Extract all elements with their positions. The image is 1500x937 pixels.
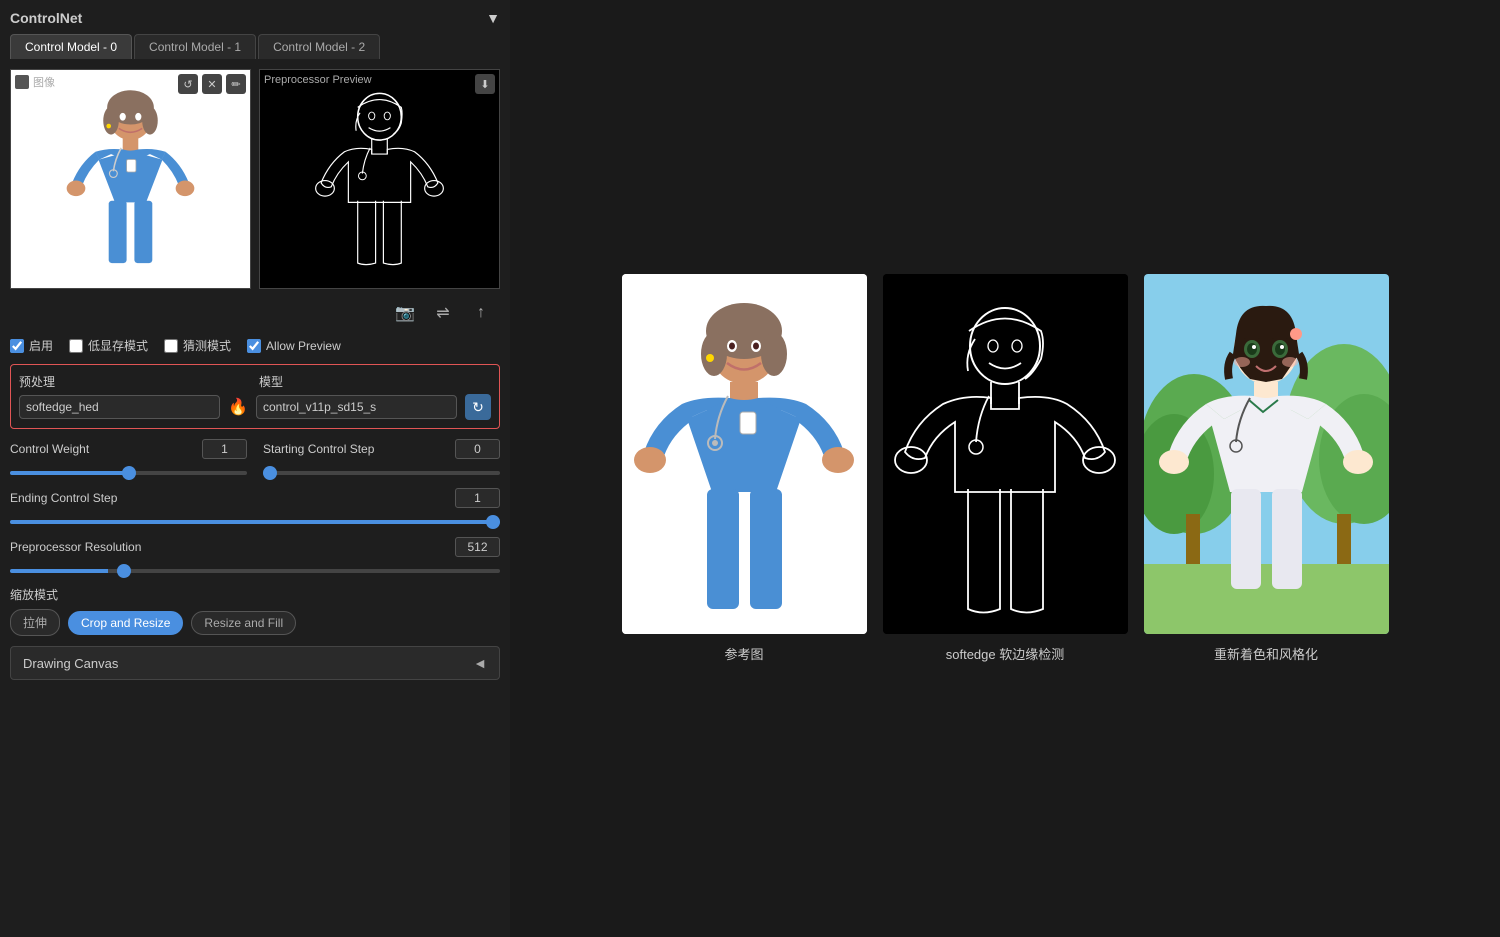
preprocessor-select[interactable]: softedge_hed xyxy=(19,395,220,419)
gallery-edge-image xyxy=(883,274,1128,634)
panel-collapse-arrow[interactable]: ▼ xyxy=(486,10,500,26)
ending-step-label: Ending Control Step xyxy=(10,491,117,505)
ending-step-slider-container: Ending Control Step 1 xyxy=(10,488,500,527)
starting-step-slider-container: Starting Control Step 0 xyxy=(263,439,500,478)
ending-step-header: Ending Control Step 1 xyxy=(10,488,500,508)
model-select[interactable]: control_v11p_sd15_s xyxy=(256,395,457,419)
enable-label: 启用 xyxy=(29,337,53,354)
preprocessor-section-label: 预处理 xyxy=(19,373,251,390)
zoom-mode-section: 缩放模式 拉伸 Crop and Resize Resize and Fill xyxy=(10,586,500,636)
zoom-mode-label: 缩放模式 xyxy=(10,586,500,603)
preprocessor-res-label: Preprocessor Resolution xyxy=(10,540,141,554)
zoom-fill-btn[interactable]: Resize and Fill xyxy=(191,611,296,635)
image-row: 图像 ↺ ✕ ✏ xyxy=(10,69,500,289)
panel-header: ControlNet ▼ xyxy=(10,10,500,26)
ending-step-slider[interactable] xyxy=(10,520,500,524)
fire-icon[interactable]: 🔥 xyxy=(228,397,248,417)
gallery-styled-image xyxy=(1144,274,1389,634)
double-slider-row: Control Weight 1 Starting Control Step 0 xyxy=(10,439,500,488)
gallery-ref-bg xyxy=(622,274,867,634)
preprocessor-res-slider-container: Preprocessor Resolution 512 xyxy=(10,537,500,576)
refresh-image-btn[interactable]: ↺ xyxy=(178,74,198,94)
ending-step-value[interactable]: 1 xyxy=(455,488,500,508)
gallery-item-edge: softedge 软边缘检测 xyxy=(883,274,1128,663)
tab-bar: Control Model - 0 Control Model - 1 Cont… xyxy=(10,34,500,59)
drawing-canvas-label: Drawing Canvas xyxy=(23,656,118,671)
edit-image-btn[interactable]: ✏ xyxy=(226,74,246,94)
preprocessor-res-value[interactable]: 512 xyxy=(455,537,500,557)
enable-checkbox[interactable] xyxy=(10,339,24,353)
allow-preview-checkbox-item[interactable]: Allow Preview xyxy=(247,339,341,353)
upload-action-btn[interactable]: ↑ xyxy=(467,299,495,327)
starting-step-value[interactable]: 0 xyxy=(455,439,500,459)
source-image-controls: ↺ ✕ ✏ xyxy=(178,74,246,94)
zoom-stretch-btn[interactable]: 拉伸 xyxy=(10,609,60,636)
model-section-label: 模型 xyxy=(259,373,491,390)
gallery-caption-ref: 参考图 xyxy=(724,644,763,663)
gallery-item-ref: 参考图 xyxy=(622,274,867,663)
preprocessor-image-controls: ⬇ xyxy=(475,74,495,94)
model-area: 预处理 模型 softedge_hed 🔥 control_v11p_sd15_… xyxy=(10,364,500,429)
close-image-btn[interactable]: ✕ xyxy=(202,74,222,94)
control-weight-slider-container: Control Weight 1 xyxy=(10,439,247,478)
gallery-ref-image xyxy=(622,274,867,634)
left-panel: ControlNet ▼ Control Model - 0 Control M… xyxy=(0,0,510,937)
preprocessor-res-slider[interactable] xyxy=(10,569,500,573)
starting-step-header: Starting Control Step 0 xyxy=(263,439,500,459)
model-refresh-btn[interactable]: ↻ xyxy=(465,394,491,420)
control-weight-label: Control Weight xyxy=(10,442,89,456)
image-icon xyxy=(15,75,29,89)
low-vram-checkbox-item[interactable]: 低显存模式 xyxy=(69,337,148,354)
guess-mode-checkbox-item[interactable]: 猜测模式 xyxy=(164,337,231,354)
panel-title: ControlNet xyxy=(10,10,82,26)
swap-action-btn[interactable]: ⇌ xyxy=(429,299,457,327)
allow-preview-checkbox[interactable] xyxy=(247,339,261,353)
preprocessor-res-header: Preprocessor Resolution 512 xyxy=(10,537,500,557)
gallery-caption-styled: 重新着色和风格化 xyxy=(1214,644,1318,663)
source-image-label: 图像 xyxy=(15,74,55,90)
guess-mode-label: 猜测模式 xyxy=(183,337,231,354)
drawing-canvas-section[interactable]: Drawing Canvas ◄ xyxy=(10,646,500,680)
source-nurse-image xyxy=(11,70,250,288)
control-weight-value[interactable]: 1 xyxy=(202,439,247,459)
right-panel: 参考图 xyxy=(510,0,1500,937)
options-row: 启用 低显存模式 猜测模式 Allow Preview xyxy=(10,337,500,354)
tab-control-model-1[interactable]: Control Model - 1 xyxy=(134,34,256,59)
gallery-styled-bg xyxy=(1144,274,1389,634)
gallery-edge-bg xyxy=(883,274,1128,634)
control-weight-slider[interactable] xyxy=(10,471,247,475)
model-row-selects: softedge_hed 🔥 control_v11p_sd15_s ↻ xyxy=(19,394,491,420)
preprocessor-label: Preprocessor Preview xyxy=(264,74,372,86)
preprocessor-preview-box[interactable]: Preprocessor Preview ⬇ xyxy=(259,69,500,289)
zoom-radio-group: 拉伸 Crop and Resize Resize and Fill xyxy=(10,609,500,636)
drawing-canvas-arrow: ◄ xyxy=(473,655,487,671)
gallery-caption-edge: softedge 软边缘检测 xyxy=(946,644,1065,663)
starting-step-label: Starting Control Step xyxy=(263,442,374,456)
download-preprocessor-btn[interactable]: ⬇ xyxy=(475,74,495,94)
enable-checkbox-item[interactable]: 启用 xyxy=(10,337,53,354)
camera-action-btn[interactable]: 📷 xyxy=(391,299,419,327)
starting-step-slider[interactable] xyxy=(263,471,500,475)
model-row-labels: 预处理 模型 xyxy=(19,373,491,390)
tab-control-model-0[interactable]: Control Model - 0 xyxy=(10,34,132,59)
control-weight-header: Control Weight 1 xyxy=(10,439,247,459)
guess-mode-checkbox[interactable] xyxy=(164,339,178,353)
action-row: 📷 ⇌ ↑ xyxy=(10,299,500,327)
gallery-item-styled: 重新着色和风格化 xyxy=(1144,274,1389,663)
preprocessor-edge-image xyxy=(260,70,499,288)
zoom-crop-btn[interactable]: Crop and Resize xyxy=(68,611,183,635)
low-vram-label: 低显存模式 xyxy=(88,337,148,354)
tab-control-model-2[interactable]: Control Model - 2 xyxy=(258,34,380,59)
gallery-row: 参考图 xyxy=(622,274,1389,663)
allow-preview-label: Allow Preview xyxy=(266,339,341,353)
source-image-box[interactable]: 图像 ↺ ✕ ✏ xyxy=(10,69,251,289)
low-vram-checkbox[interactable] xyxy=(69,339,83,353)
